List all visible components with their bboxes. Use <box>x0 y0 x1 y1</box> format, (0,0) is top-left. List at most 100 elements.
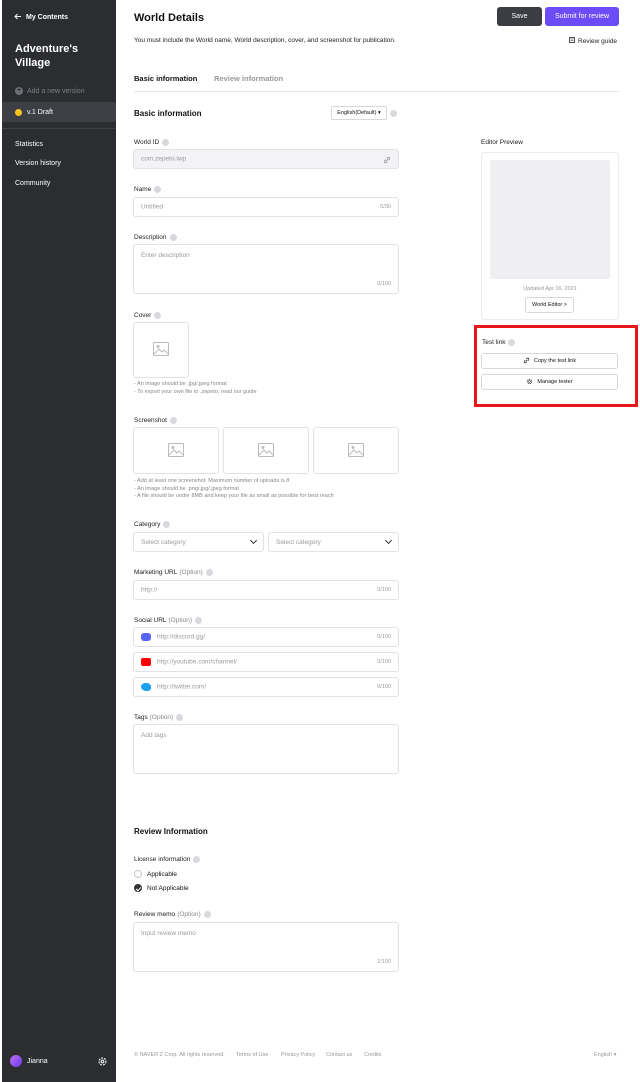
info-icon[interactable] <box>508 339 516 346</box>
review-guide-link[interactable]: Review guide <box>569 37 617 45</box>
license-option-label: Not Applicable <box>147 884 189 892</box>
social-url-label-text: Social URL <box>134 617 167 624</box>
world-id-value: com.zepeto.iwp <box>141 155 187 163</box>
category-select-1[interactable]: Select category <box>133 532 264 552</box>
add-version-label: Add a new version <box>27 87 85 95</box>
discord-url-placeholder: http://discord.gg/ <box>157 633 206 641</box>
tab-review-information[interactable]: Review information <box>214 74 283 83</box>
info-icon[interactable] <box>205 569 213 576</box>
marketing-url-placeholder: http:// <box>141 586 158 594</box>
twitter-url-input[interactable]: http://twitter.com/ 0/100 <box>133 677 399 697</box>
radio-unchecked-icon <box>134 870 142 878</box>
screenshot-note: - Add at least one screenshot. Maximum n… <box>134 478 290 484</box>
discord-url-input[interactable]: http://discord.gg/ 0/100 <box>133 627 399 647</box>
add-version-button[interactable]: + Add a new version <box>15 87 85 95</box>
license-option-applicable[interactable]: Applicable <box>134 870 177 878</box>
tags-input[interactable]: Add tags <box>133 724 399 774</box>
screenshot-notes: - Add at least one screenshot. Maximum n… <box>134 478 334 501</box>
twitter-url-placeholder: http://twitter.com/ <box>157 683 207 691</box>
name-input[interactable]: Untitled 0/30 <box>133 197 399 217</box>
category-select-2[interactable]: Select category <box>268 532 399 552</box>
project-title: Adventure's Village <box>15 43 79 69</box>
back-link[interactable]: My Contents <box>14 13 68 22</box>
discord-icon <box>141 633 151 641</box>
youtube-url-input[interactable]: http://youtube.com/channel/ 0/100 <box>133 652 399 672</box>
tab-basic-information[interactable]: Basic information <box>134 74 197 83</box>
license-label-text: License information <box>134 856 191 863</box>
sidebar-item-version-history[interactable]: Version history <box>15 160 61 167</box>
copy-test-link-label: Copy the test link <box>533 358 577 364</box>
draft-label: v.1 Draft <box>27 108 53 116</box>
info-icon[interactable] <box>154 186 162 193</box>
avatar <box>10 1055 22 1067</box>
cover-note: - An image should be .jpg/.jpeg format <box>134 381 227 387</box>
save-button[interactable]: Save <box>497 7 542 26</box>
manage-tester-button[interactable]: Manage tester <box>481 374 618 390</box>
version-item-draft[interactable]: v.1 Draft <box>2 102 116 122</box>
info-icon[interactable] <box>169 234 177 241</box>
footer-link-privacy[interactable]: Privacy Policy <box>281 1052 315 1058</box>
test-link-label: Test link <box>482 339 516 346</box>
youtube-icon <box>141 658 151 666</box>
intro-text: You must include the World name, World d… <box>134 37 396 44</box>
twitter-icon <box>141 683 151 691</box>
footer-link-contact[interactable]: Contact us <box>326 1052 352 1058</box>
info-icon[interactable] <box>203 911 211 918</box>
info-icon[interactable] <box>169 417 177 424</box>
name-label: Name <box>134 186 162 193</box>
category-label-text: Category <box>134 521 161 528</box>
screenshot-upload[interactable] <box>133 427 219 474</box>
world-id-label: World ID <box>134 139 170 146</box>
option-tag: (Option) <box>168 617 192 624</box>
info-icon[interactable] <box>154 312 162 319</box>
review-memo-input[interactable]: Input review memo 1/100 <box>133 922 399 972</box>
info-icon[interactable] <box>176 714 184 721</box>
info-icon[interactable] <box>193 856 201 863</box>
marketing-url-input[interactable]: http:// 0/100 <box>133 580 399 600</box>
chevron-down-icon <box>249 536 258 545</box>
footer-link-credits[interactable]: Credits <box>364 1052 381 1058</box>
name-label-text: Name <box>134 186 152 193</box>
footer-language-select[interactable]: English ▾ <box>594 1052 616 1058</box>
marketing-url-label-text: Marketing URL <box>134 569 178 576</box>
license-label: License information <box>134 856 201 863</box>
copy-test-link-button[interactable]: Copy the test link <box>481 353 618 369</box>
sidebar-item-statistics[interactable]: Statistics <box>15 141 43 148</box>
user-profile[interactable]: Jianna <box>10 1055 48 1067</box>
screenshot-upload[interactable] <box>223 427 309 474</box>
link-icon[interactable] <box>383 156 391 166</box>
submit-for-review-button[interactable]: Submit for review <box>545 7 619 26</box>
category-select-2-value: Select category <box>276 538 321 546</box>
tags-placeholder: Add tags <box>141 732 167 739</box>
info-icon[interactable] <box>163 521 171 528</box>
world-id-field: com.zepeto.iwp <box>133 149 399 169</box>
cover-upload[interactable] <box>133 322 189 378</box>
screenshot-note: - A file should be under 8MB and keep yo… <box>134 493 334 499</box>
world-editor-button[interactable]: World Editor > <box>525 297 574 313</box>
license-option-not-applicable[interactable]: Not Applicable <box>134 884 189 892</box>
screenshot-label: Screenshot <box>134 417 177 424</box>
discord-url-counter: 0/100 <box>377 634 391 640</box>
info-icon[interactable] <box>195 617 202 624</box>
link-icon <box>523 357 530 366</box>
tags-label: Tags (Option) <box>134 714 184 721</box>
youtube-url-counter: 0/100 <box>377 659 391 665</box>
description-counter: 0/100 <box>377 281 391 287</box>
sidebar-item-community[interactable]: Community <box>15 180 50 187</box>
footer-link-terms[interactable]: Terms of Use <box>236 1052 268 1058</box>
screenshot-note: - An image should be .png/.jpg/.jpeg for… <box>134 485 239 492</box>
license-option-label: Applicable <box>147 870 177 878</box>
option-tag: (Option) <box>177 911 201 918</box>
description-placeholder: Enter description <box>141 252 190 259</box>
image-placeholder-icon <box>348 442 364 459</box>
gear-icon[interactable] <box>97 1056 108 1067</box>
screenshot-upload[interactable] <box>313 427 399 474</box>
info-icon[interactable] <box>390 110 397 117</box>
cover-notes: - An image should be .jpg/.jpeg format -… <box>134 381 257 396</box>
cover-label: Cover <box>134 312 162 319</box>
language-select[interactable]: English(Default) ▾ <box>331 106 387 120</box>
info-icon[interactable] <box>162 139 170 146</box>
editor-preview-label: Editor Preview <box>481 139 523 146</box>
image-placeholder-icon <box>168 442 184 459</box>
description-input[interactable]: Enter description 0/100 <box>133 244 399 294</box>
